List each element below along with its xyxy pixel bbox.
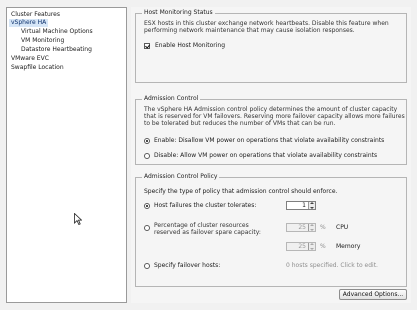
host-failures-label[interactable]: Host failures the cluster tolerates: — [154, 202, 256, 210]
admission-control-description: The vSphere HA Admission control policy … — [144, 106, 405, 127]
memory-spin-arrows-icon[interactable] — [308, 243, 315, 250]
admission-policy-intro: Specify the type of policy that admissio… — [144, 188, 338, 195]
memory-percentage-spinner[interactable]: 25 — [286, 242, 316, 251]
admission-control-legend: Admission Control — [142, 95, 201, 103]
host-failures-spinner[interactable]: 1 — [286, 201, 316, 210]
tree-item-swapfile-location[interactable]: Swapfile Location — [11, 64, 64, 72]
host-monitoring-description: ESX hosts in this cluster exchange netwo… — [144, 20, 389, 34]
memory-percentage-value: 25 — [298, 243, 306, 250]
admission-enable-label[interactable]: Enable: Disallow VM power on operations … — [154, 137, 384, 145]
advanced-options-button[interactable]: Advanced Options... — [339, 289, 407, 300]
cpu-percentage-spinner[interactable]: 25 — [286, 223, 316, 232]
cluster-settings-dialog: Cluster Features vSphere HA Virtual Mach… — [0, 0, 417, 310]
host-failures-spin-arrows-icon[interactable] — [308, 202, 315, 209]
tree-item-vm-options[interactable]: Virtual Machine Options — [21, 28, 93, 36]
enable-host-monitoring-label[interactable]: Enable Host Monitoring — [155, 42, 225, 50]
percentage-label[interactable]: Percentage of cluster resources reserved… — [154, 222, 264, 236]
failover-hosts-status-link[interactable]: 0 hosts specified. Click to edit. — [286, 262, 378, 270]
cpu-spin-arrows-icon[interactable] — [308, 224, 315, 231]
failover-hosts-radio[interactable] — [144, 263, 150, 269]
admission-policy-group: Admission Control Policy Specify the typ… — [135, 173, 407, 287]
cpu-percent-symbol: % — [320, 224, 326, 231]
percentage-radio[interactable] — [144, 225, 150, 231]
host-monitoring-legend: Host Monitoring Status — [142, 9, 215, 17]
cpu-label: CPU — [336, 224, 349, 231]
host-failures-value: 1 — [302, 202, 306, 209]
admission-disable-radio[interactable] — [144, 153, 150, 159]
admission-disable-label[interactable]: Disable: Allow VM power on operations th… — [154, 152, 377, 160]
tree-item-vmware-evc[interactable]: VMware EVC — [11, 55, 49, 63]
admission-policy-legend: Admission Control Policy — [142, 173, 220, 181]
failover-hosts-label[interactable]: Specify failover hosts: — [154, 262, 220, 270]
vsphere-ha-settings-pane: Host Monitoring Status ESX hosts in this… — [131, 7, 411, 303]
cpu-percentage-value: 25 — [298, 224, 306, 231]
tree-item-cluster-features[interactable]: Cluster Features — [11, 11, 60, 19]
host-failures-radio[interactable] — [144, 203, 150, 209]
admission-enable-radio[interactable] — [144, 138, 150, 144]
settings-tree: Cluster Features vSphere HA Virtual Mach… — [6, 7, 127, 303]
mouse-pointer-icon — [74, 213, 82, 225]
memory-percent-symbol: % — [320, 243, 326, 250]
tree-item-datastore-heartbeating[interactable]: Datastore Heartbeating — [21, 46, 92, 54]
admission-control-group: Admission Control The vSphere HA Admissi… — [135, 95, 407, 165]
tree-item-vsphere-ha[interactable]: vSphere HA — [9, 19, 49, 27]
host-monitoring-group: Host Monitoring Status ESX hosts in this… — [135, 9, 407, 83]
enable-host-monitoring-checkbox[interactable] — [144, 43, 150, 49]
memory-label: Memory — [336, 243, 361, 250]
tree-item-vm-monitoring[interactable]: VM Monitoring — [21, 37, 64, 45]
